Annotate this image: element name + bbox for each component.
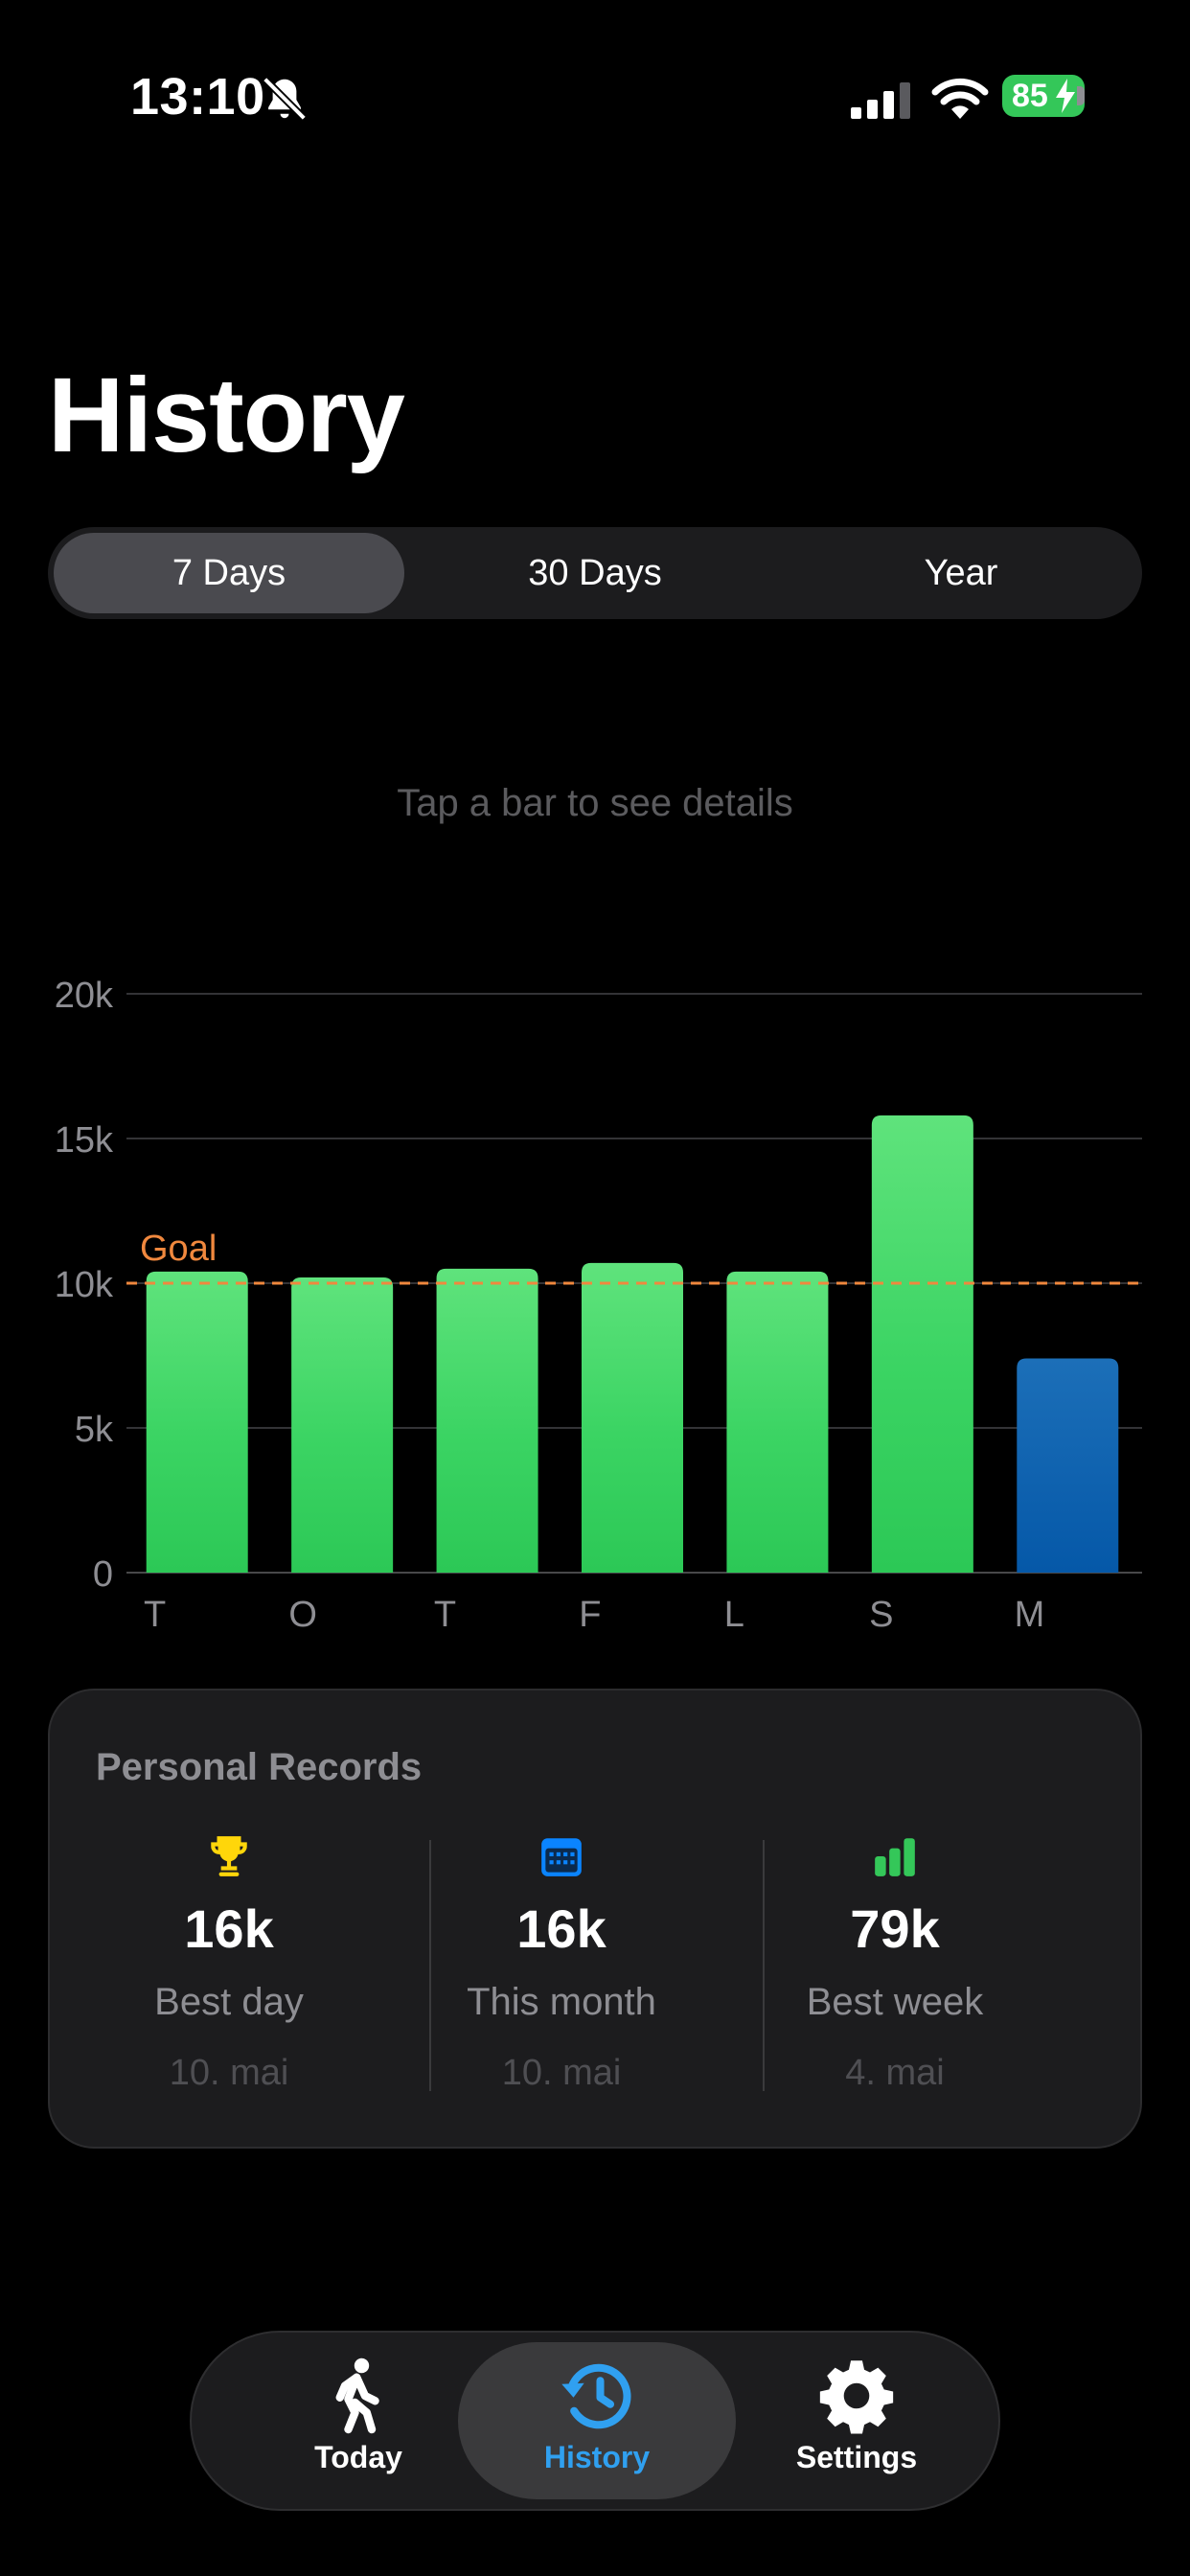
tab-history[interactable]: History [458, 2342, 736, 2499]
walking-icon [335, 2358, 379, 2434]
record-label: Best day [154, 1981, 304, 2023]
status-bar: 13:10 85 [0, 0, 1190, 192]
wifi-icon [931, 78, 989, 119]
tab-bar: Today History Settings [190, 2331, 1000, 2511]
record-value: 79k [850, 1898, 940, 1959]
history-icon [561, 2363, 631, 2429]
steps-bar-chart: Goal 0 5k 10k 15k 20k T O T F L S M [55, 976, 1142, 1635]
status-time: 13:10 [130, 68, 265, 126]
tab-label: History [543, 2440, 651, 2474]
chart-bar[interactable] [436, 1268, 538, 1573]
x-tick-label: T [144, 1595, 166, 1635]
x-tick-label: M [1015, 1595, 1045, 1635]
y-tick-label: 5k [75, 1410, 114, 1450]
y-tick-label: 10k [55, 1265, 114, 1305]
chart-hint: Tap a bar to see details [397, 782, 793, 824]
tab-label: Settings [795, 2440, 918, 2474]
bell-slash-icon [262, 76, 308, 122]
y-tick-label: 20k [55, 976, 114, 1016]
chart-bar[interactable] [871, 1115, 973, 1573]
record-label: Best week [806, 1981, 984, 2023]
record-date: 10. mai [169, 2053, 289, 2093]
y-tick-label: 0 [93, 1554, 113, 1595]
chart-bar[interactable] [146, 1271, 248, 1573]
record-this-month: 16k This month 10. mai [397, 1832, 726, 2093]
records-title: Personal Records [96, 1746, 423, 1788]
record-best-day: 16k Best day 10. mai [64, 1832, 394, 2093]
chart-bar[interactable] [582, 1262, 683, 1573]
x-tick-label: T [434, 1595, 456, 1635]
record-value: 16k [516, 1898, 606, 1959]
battery-tip [1077, 86, 1085, 105]
tab-today[interactable]: Today [249, 2342, 468, 2499]
record-label: This month [467, 1981, 656, 2023]
personal-records-card: Personal Records 16k Best day 10. mai 16… [48, 1689, 1142, 2149]
segment-year[interactable]: Year [786, 533, 1136, 613]
x-tick-label: S [869, 1595, 893, 1635]
record-value: 16k [184, 1898, 274, 1959]
cellular-signal-icon [851, 82, 910, 119]
range-segmented-control: 7 Days 30 Days Year [48, 527, 1142, 619]
chart-bar[interactable] [291, 1276, 394, 1573]
y-tick-label: 15k [55, 1120, 114, 1161]
x-tick-label: F [579, 1595, 601, 1635]
record-best-week: 79k Best week 4. mai [730, 1832, 1060, 2093]
chart-bar[interactable] [1017, 1358, 1119, 1573]
segment-30-days[interactable]: 30 Days [420, 533, 770, 613]
x-tick-label: O [288, 1595, 317, 1635]
page-title: History [48, 356, 405, 474]
goal-label: Goal [140, 1229, 217, 1269]
tab-label: Today [314, 2440, 402, 2474]
charging-bolt-icon [1056, 79, 1075, 113]
trophy-icon [211, 1836, 247, 1876]
bar-chart-icon [875, 1838, 915, 1876]
battery-level: 85 [1012, 78, 1048, 114]
segment-7-days[interactable]: 7 Days [54, 533, 404, 613]
chart-bar[interactable] [726, 1271, 829, 1573]
record-date: 10. mai [501, 2053, 622, 2093]
tab-settings[interactable]: Settings [747, 2342, 966, 2499]
x-tick-label: L [724, 1595, 744, 1635]
gear-icon [819, 2360, 894, 2434]
record-date: 4. mai [845, 2053, 945, 2093]
calendar-icon [541, 1838, 582, 1876]
